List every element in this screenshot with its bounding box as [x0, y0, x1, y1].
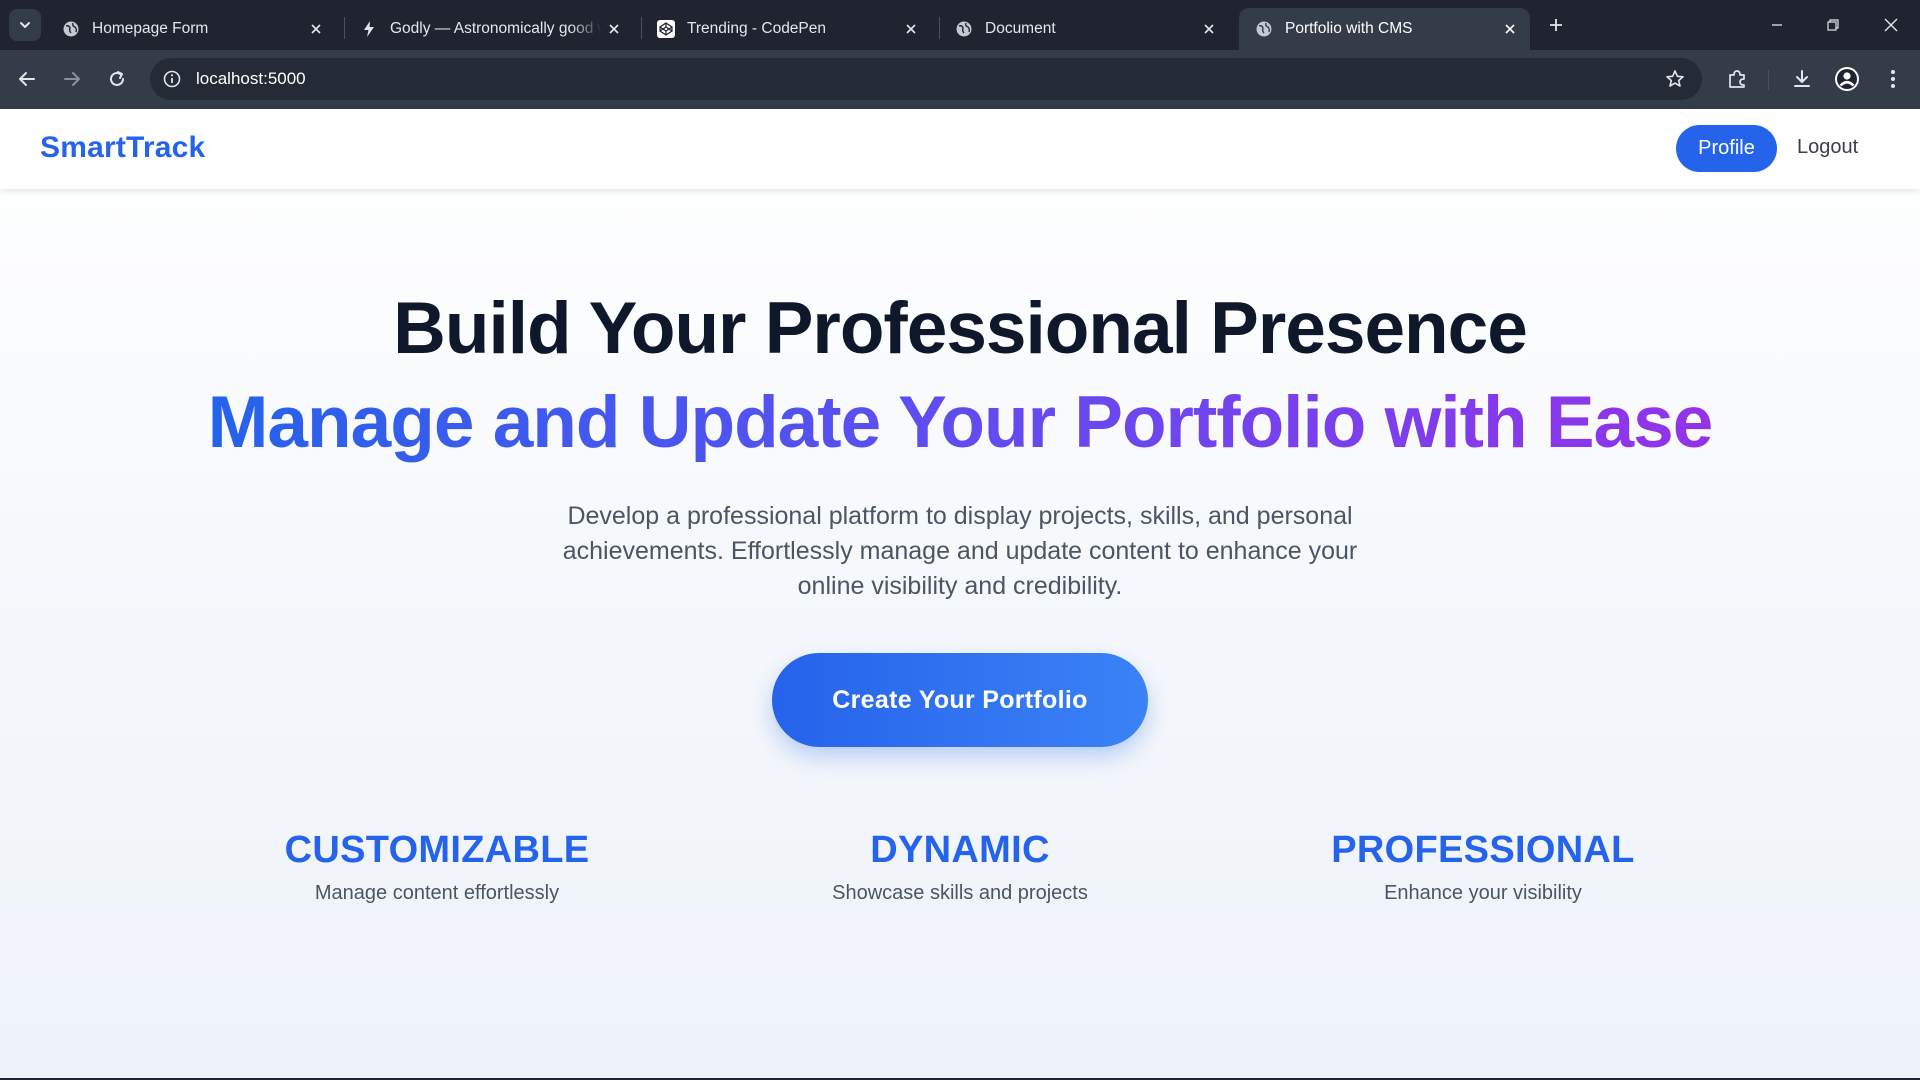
feature-description: Enhance your visibility — [1384, 882, 1582, 904]
feature-dynamic: DYNAMIC Showcase skills and projects — [710, 829, 1210, 905]
feature-description: Manage content effortlessly — [314, 882, 560, 904]
hero-subtitle-text: Manage and Update Your Portfolio with Ea… — [207, 382, 1714, 463]
tab-homepage-form[interactable]: Homepage Form — [46, 8, 336, 50]
feature-professional: PROFESSIONAL Enhance your visibility — [1233, 829, 1733, 905]
globe-icon — [955, 20, 973, 38]
bolt-icon — [360, 20, 378, 38]
profile-avatar-button[interactable] — [1832, 64, 1862, 94]
brand-logo[interactable]: SmartTrack — [40, 131, 205, 165]
back-button[interactable] — [12, 64, 42, 94]
close-tab-icon[interactable] — [1498, 17, 1522, 41]
globe-icon — [1255, 20, 1273, 38]
puzzle-icon — [1729, 70, 1745, 88]
globe-icon — [62, 20, 80, 38]
minimize-button[interactable] — [1764, 12, 1790, 38]
reload-icon — [110, 71, 124, 86]
bookmark-star-icon[interactable] — [1664, 68, 1686, 90]
site-navbar: SmartTrack Profile Logout — [0, 109, 1920, 189]
tab-godly[interactable]: Godly — Astronomically good web design — [344, 8, 634, 50]
browser-menu-button[interactable] — [1878, 64, 1908, 94]
download-icon — [1794, 70, 1810, 87]
codepen-icon — [657, 20, 675, 38]
close-tab-icon[interactable] — [1197, 17, 1221, 41]
browser-toolbar: localhost:5000 — [0, 50, 1920, 109]
browser-tab-strip: Homepage Form Godly — Astronomically goo… — [0, 0, 1920, 50]
profile-button[interactable]: Profile — [1676, 125, 1777, 172]
arrow-left-icon — [19, 72, 35, 86]
close-tab-icon[interactable] — [899, 17, 923, 41]
tab-title: Trending - CodePen — [687, 20, 827, 37]
site-info-icon[interactable] — [162, 69, 182, 89]
arrow-right-icon — [64, 72, 80, 86]
hero-description: Develop a professional platform to displ… — [562, 502, 1358, 600]
create-portfolio-button[interactable]: Create Your Portfolio — [772, 653, 1148, 747]
tab-document[interactable]: Document — [939, 8, 1229, 50]
close-window-button[interactable] — [1878, 12, 1904, 38]
feature-description: Showcase skills and projects — [832, 882, 1088, 904]
chevron-down-icon — [20, 22, 30, 28]
toolbar-separator — [1768, 70, 1769, 90]
url-text[interactable]: localhost:5000 — [196, 69, 306, 89]
new-tab-button[interactable] — [1542, 11, 1570, 39]
forward-button[interactable] — [57, 64, 87, 94]
avatar-icon — [1835, 67, 1859, 91]
hero-title: Build Your Professional Presence — [393, 288, 1528, 369]
reload-button[interactable] — [102, 64, 132, 94]
close-tab-icon[interactable] — [602, 17, 626, 41]
feature-customizable: CUSTOMIZABLE Manage content effortlessly — [187, 829, 687, 905]
close-icon — [1884, 18, 1898, 32]
tab-title: Portfolio with CMS — [1285, 20, 1413, 37]
more-vertical-icon — [1891, 70, 1895, 88]
tab-title: Godly — Astronomically good web design — [390, 20, 602, 37]
logout-link[interactable]: Logout — [1797, 136, 1858, 159]
address-bar[interactable]: localhost:5000 — [150, 58, 1702, 100]
web-page: SmartTrack Profile Logout Build Your Pro… — [0, 109, 1920, 1078]
downloads-button[interactable] — [1787, 64, 1817, 94]
restore-button[interactable] — [1820, 12, 1846, 38]
tab-codepen[interactable]: Trending - CodePen — [641, 8, 931, 50]
minimize-icon — [1772, 24, 1782, 26]
feature-title: PROFESSIONAL — [1331, 829, 1635, 871]
feature-title: DYNAMIC — [870, 829, 1050, 871]
tab-title: Document — [985, 20, 1056, 37]
tab-search-button[interactable] — [9, 9, 41, 41]
tab-portfolio-with-cms[interactable]: Portfolio with CMS — [1239, 8, 1530, 50]
extensions-button[interactable] — [1722, 64, 1752, 94]
tab-title: Homepage Form — [92, 20, 209, 37]
restore-icon — [1827, 19, 1839, 31]
plus-icon — [1550, 19, 1562, 31]
feature-title: CUSTOMIZABLE — [284, 829, 590, 871]
close-tab-icon[interactable] — [304, 17, 328, 41]
hero-subtitle: Manage and Update Your Portfolio with Ea… — [0, 381, 1920, 464]
